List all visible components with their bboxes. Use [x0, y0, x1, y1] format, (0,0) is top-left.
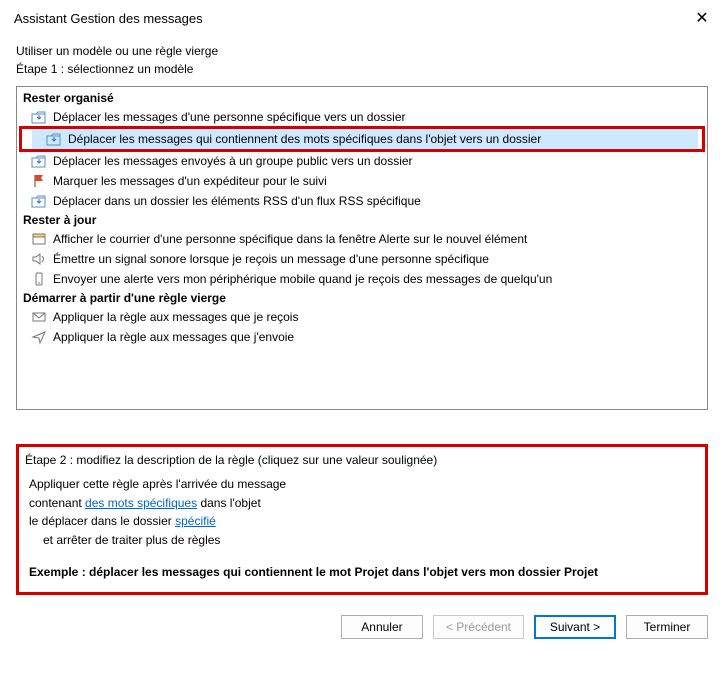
- rule-apply-received[interactable]: Appliquer la règle aux messages que je r…: [17, 307, 707, 327]
- wizard-buttons: Annuler < Précédent Suivant > Terminer: [0, 595, 724, 639]
- desc-example: Exemple : déplacer les messages qui cont…: [29, 563, 695, 582]
- titlebar: Assistant Gestion des messages ✕: [0, 0, 724, 36]
- template-list[interactable]: Rester organisé Déplacer les messages d'…: [16, 86, 708, 410]
- desc-line-3: le déplacer dans le dossier spécifié: [29, 512, 695, 531]
- rule-label: Envoyer une alerte vers mon périphérique…: [53, 270, 701, 288]
- rule-apply-sent[interactable]: Appliquer la règle aux messages que j'en…: [17, 327, 707, 347]
- cancel-button[interactable]: Annuler: [341, 615, 423, 639]
- specified-folder-link[interactable]: spécifié: [175, 514, 216, 528]
- window-title: Assistant Gestion des messages: [14, 11, 203, 26]
- rule-label: Déplacer dans un dossier les éléments RS…: [53, 192, 701, 210]
- step2-panel: Étape 2 : modifiez la description de la …: [16, 444, 708, 595]
- rule-description: Appliquer cette règle après l'arrivée du…: [25, 473, 699, 582]
- rule-alert-window[interactable]: Afficher le courrier d'une personne spéc…: [17, 229, 707, 249]
- desc-line-2: contenant des mots spécifiques dans l'ob…: [29, 494, 695, 513]
- rule-label: Émettre un signal sonore lorsque je reço…: [53, 250, 701, 268]
- group-header-uptodate: Rester à jour: [17, 211, 707, 229]
- desc-line-4: et arrêter de traiter plus de règles: [29, 531, 695, 550]
- rule-label: Déplacer les messages envoyés à un group…: [53, 152, 701, 170]
- rule-flag-sender[interactable]: Marquer les messages d'un expéditeur pou…: [17, 171, 707, 191]
- move-folder-icon: [46, 131, 62, 147]
- finish-button[interactable]: Terminer: [626, 615, 708, 639]
- rule-mobile-alert[interactable]: Envoyer une alerte vers mon périphérique…: [17, 269, 707, 289]
- move-folder-icon: [31, 153, 47, 169]
- send-icon: [31, 329, 47, 345]
- move-folder-icon: [31, 193, 47, 209]
- back-button[interactable]: < Précédent: [433, 615, 524, 639]
- rule-label: Déplacer les messages d'une personne spé…: [53, 108, 701, 126]
- step1-label: Étape 1 : sélectionnez un modèle: [16, 60, 708, 78]
- desc-text: contenant: [29, 496, 85, 510]
- rule-label: Déplacer les messages qui contiennent de…: [68, 130, 692, 148]
- mobile-icon: [31, 271, 47, 287]
- next-button[interactable]: Suivant >: [534, 615, 616, 639]
- step2-title: Étape 2 : modifiez la description de la …: [25, 447, 699, 473]
- group-header-organised: Rester organisé: [17, 89, 707, 107]
- group-header-blank: Démarrer à partir d'une règle vierge: [17, 289, 707, 307]
- close-icon[interactable]: ✕: [692, 8, 712, 28]
- intro-block: Utiliser un modèle ou une règle vierge É…: [16, 42, 708, 78]
- rule-move-words-folder[interactable]: Déplacer les messages qui contiennent de…: [32, 129, 698, 149]
- specific-words-link[interactable]: des mots spécifiques: [85, 496, 197, 510]
- rule-label: Appliquer la règle aux messages que j'en…: [53, 328, 701, 346]
- rule-label: Afficher le courrier d'une personne spéc…: [53, 230, 701, 248]
- rule-label: Appliquer la règle aux messages que je r…: [53, 308, 701, 326]
- envelope-icon: [31, 309, 47, 325]
- rule-move-rss[interactable]: Déplacer dans un dossier les éléments RS…: [17, 191, 707, 211]
- move-folder-icon: [31, 109, 47, 125]
- speaker-icon: [31, 251, 47, 267]
- desc-line-1: Appliquer cette règle après l'arrivée du…: [29, 475, 695, 494]
- rule-move-person-folder[interactable]: Déplacer les messages d'une personne spé…: [17, 107, 707, 127]
- desc-text: dans l'objet: [197, 496, 261, 510]
- selected-rule-highlight: Déplacer les messages qui contiennent de…: [19, 126, 705, 152]
- desc-text: le déplacer dans le dossier: [29, 514, 175, 528]
- intro-line-1: Utiliser un modèle ou une règle vierge: [16, 42, 708, 60]
- rule-play-sound[interactable]: Émettre un signal sonore lorsque je reço…: [17, 249, 707, 269]
- rule-label: Marquer les messages d'un expéditeur pou…: [53, 172, 701, 190]
- alert-window-icon: [31, 231, 47, 247]
- rule-move-public-group[interactable]: Déplacer les messages envoyés à un group…: [17, 151, 707, 171]
- flag-icon: [31, 173, 47, 189]
